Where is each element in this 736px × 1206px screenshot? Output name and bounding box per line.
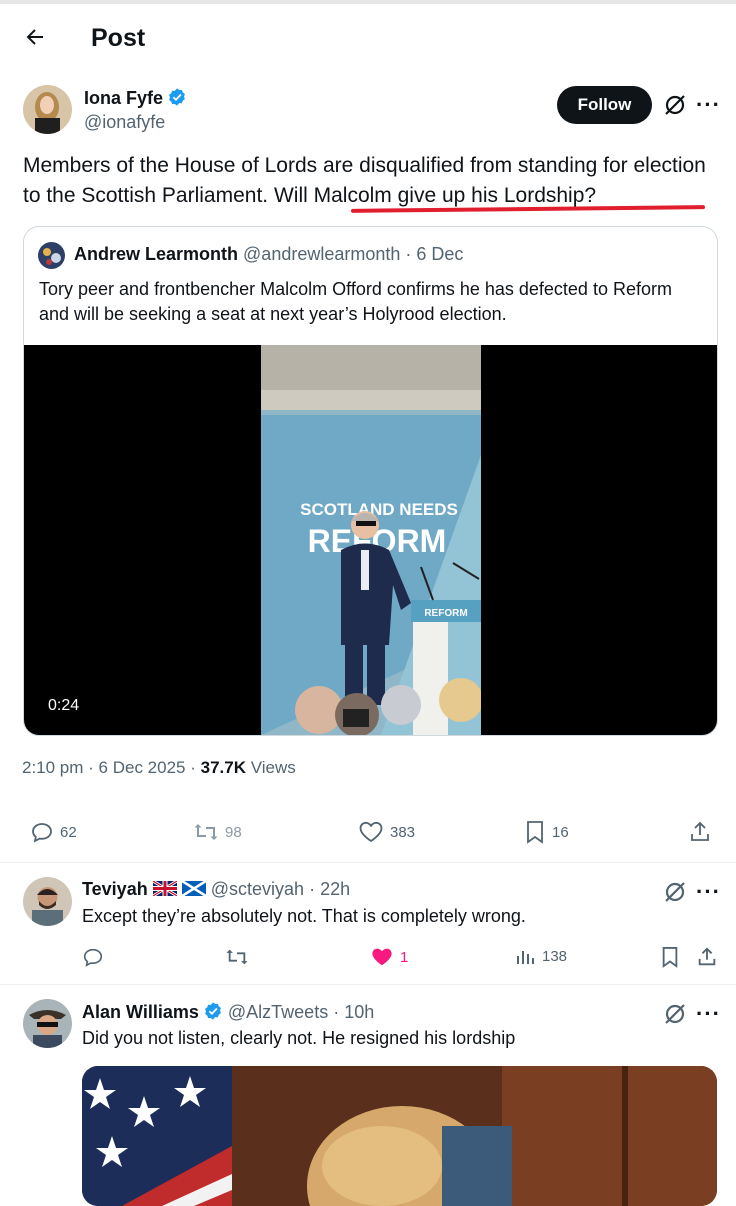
page-title: Post (91, 24, 146, 52)
like-button[interactable]: 383 (358, 820, 415, 844)
video-player[interactable]: SCOTLAND NEEDS REFORM REFORM 0:24 (24, 345, 717, 735)
bookmark-button[interactable] (660, 946, 680, 968)
reply-author-handle[interactable]: @scteviyah (211, 879, 304, 899)
reply-text: Did you not listen, clearly not. He resi… (82, 1028, 516, 1048)
repost-count: 98 (225, 823, 242, 841)
bookmark-icon (662, 947, 678, 968)
share-button[interactable] (696, 946, 718, 968)
more-icon[interactable]: ··· (696, 879, 721, 905)
grok-icon[interactable] (662, 92, 688, 118)
quoted-author-name: Andrew Learmonth (74, 244, 239, 264)
quoted-post[interactable]: Andrew Learmonth @andrewlearmonth · 6 De… (23, 226, 718, 736)
repost-button[interactable] (225, 946, 249, 968)
banner-line-1: SCOTLAND NEEDS (300, 500, 458, 519)
reply-time[interactable]: · 10h (333, 1002, 374, 1022)
reply-button[interactable] (82, 946, 104, 968)
quoted-avatar (38, 242, 65, 269)
reply-icon (83, 948, 103, 967)
reply-media[interactable] (82, 1066, 717, 1206)
reply-time[interactable]: · 22h (309, 879, 350, 899)
reply-icon (32, 823, 52, 843)
like-button[interactable]: 1 (370, 946, 408, 968)
reply-header: Alan Williams @AlzTweets · 10h (82, 1001, 374, 1023)
post-text: Members of the House of Lords are disqua… (23, 154, 706, 207)
divider (0, 862, 736, 863)
arrow-left-icon (26, 29, 43, 45)
reply-author-name[interactable]: Teviyah (82, 879, 148, 899)
quoted-author-handle: @andrewlearmonth (243, 244, 401, 264)
back-button[interactable] (20, 22, 50, 52)
post-time[interactable]: 2:10 pm · 6 Dec 2025 · (22, 758, 196, 777)
post-meta: 2:10 pm · 6 Dec 2025 · 37.7K Views (22, 758, 296, 778)
bookmark-button[interactable]: 16 (524, 820, 569, 844)
share-icon (691, 821, 709, 841)
more-icon[interactable]: ··· (696, 1001, 721, 1027)
heart-icon (359, 821, 383, 843)
scotland-flag-icon (181, 879, 207, 898)
author-name-row: Iona Fyfe (84, 87, 187, 109)
bookmark-icon (527, 821, 543, 844)
share-icon (698, 947, 716, 966)
reply-author-handle[interactable]: @AlzTweets (228, 1002, 328, 1022)
video-frame: SCOTLAND NEEDS REFORM REFORM (261, 345, 481, 735)
views-label: Views (250, 758, 296, 777)
reply-avatar[interactable] (23, 877, 72, 926)
repost-icon (194, 824, 218, 840)
reply-avatar[interactable] (23, 999, 72, 1048)
quoted-text: Tory peer and frontbencher Malcolm Offor… (39, 279, 672, 324)
quoted-header: Andrew Learmonth @andrewlearmonth · 6 De… (74, 244, 463, 265)
like-count: 383 (390, 823, 416, 841)
reply-button[interactable]: 62 (30, 820, 77, 844)
repost-button[interactable]: 98 (193, 820, 242, 844)
bookmark-count: 16 (552, 823, 569, 841)
verified-badge-icon (169, 88, 185, 106)
podium-label: REFORM (424, 608, 467, 619)
grok-icon[interactable] (662, 879, 688, 905)
reply-count: 62 (60, 823, 77, 841)
views-count: 37.7K (200, 758, 246, 777)
reply-author-name[interactable]: Alan Williams (82, 1002, 199, 1022)
share-button[interactable] (688, 820, 712, 844)
video-duration: 0:24 (48, 697, 80, 714)
reply-header: Teviyah @scteviyah · 22h (82, 879, 350, 900)
divider (0, 984, 736, 985)
reply-text: Except they’re absolutely not. That is c… (82, 906, 526, 926)
repost-icon (226, 949, 248, 965)
avatar[interactable] (23, 85, 72, 134)
quoted-date: · 6 Dec (405, 244, 464, 264)
top-bar: Post (0, 4, 736, 70)
grok-icon[interactable] (662, 1001, 688, 1027)
author-handle[interactable]: @ionafyfe (84, 112, 165, 133)
heart-icon (372, 948, 392, 966)
uk-flag-icon (151, 879, 178, 898)
like-count: 1 (400, 948, 409, 966)
author-name[interactable]: Iona Fyfe (84, 88, 163, 108)
views-icon (517, 951, 534, 964)
views-button[interactable]: 138 (516, 946, 567, 966)
more-icon[interactable]: ··· (696, 92, 721, 118)
verified-badge-icon (204, 1002, 221, 1020)
follow-button[interactable]: Follow (557, 86, 652, 124)
views-count: 138 (542, 947, 568, 965)
